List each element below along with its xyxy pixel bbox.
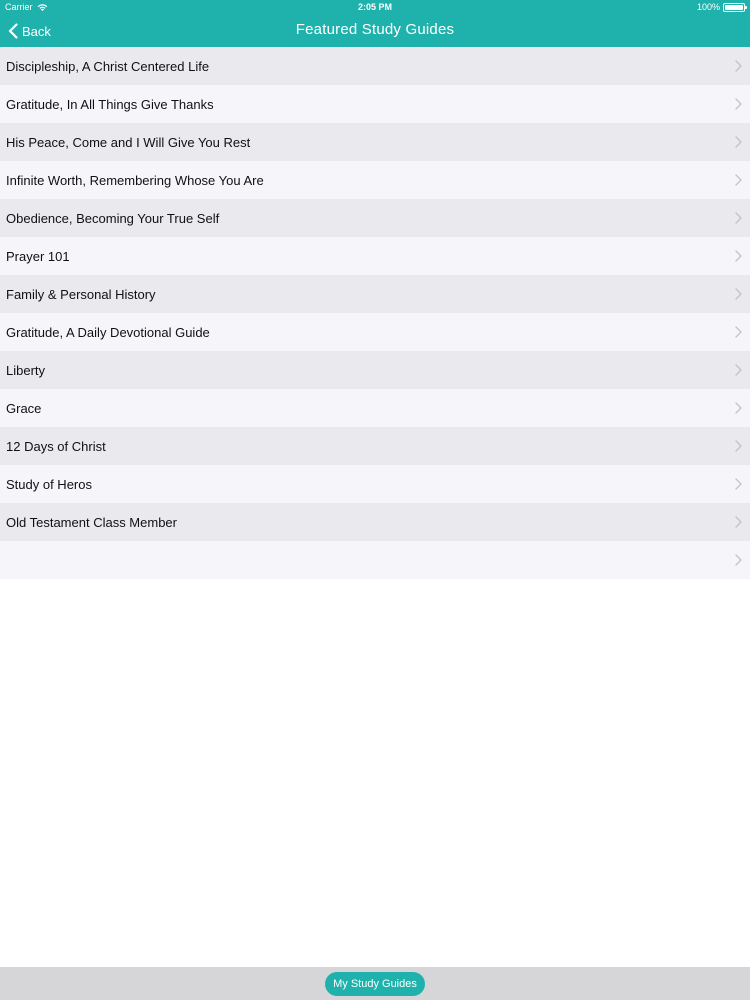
list-item-label: Gratitude, A Daily Devotional Guide bbox=[6, 324, 210, 340]
list-item[interactable]: Liberty bbox=[0, 351, 750, 389]
list-item[interactable]: Prayer 101 bbox=[0, 237, 750, 275]
list-item[interactable]: His Peace, Come and I Will Give You Rest bbox=[0, 123, 750, 161]
list-item[interactable] bbox=[0, 541, 750, 579]
chevron-right-icon bbox=[735, 288, 742, 300]
list-item-label: Grace bbox=[6, 400, 42, 416]
status-time: 2:05 PM bbox=[357, 2, 392, 12]
chevron-right-icon bbox=[735, 516, 742, 528]
battery-percent: 100% bbox=[696, 2, 720, 12]
list-item[interactable]: Old Testament Class Member bbox=[0, 503, 750, 541]
chevron-right-icon bbox=[735, 60, 742, 72]
chevron-right-icon bbox=[735, 478, 742, 490]
list-item[interactable]: Family & Personal History bbox=[0, 275, 750, 313]
list-item-label: Obedience, Becoming Your True Self bbox=[6, 210, 220, 226]
list-item-label: 12 Days of Christ bbox=[6, 438, 106, 454]
screen: Carrier 2:05 PM 100% Back Featured Study… bbox=[0, 0, 750, 1000]
list-item-label: His Peace, Come and I Will Give You Rest bbox=[6, 134, 251, 150]
page-title: Featured Study Guides bbox=[295, 21, 455, 38]
list-item-label: Study of Heros bbox=[6, 476, 92, 492]
chevron-right-icon bbox=[735, 98, 742, 110]
list-item-label: Old Testament Class Member bbox=[6, 514, 177, 530]
my-study-guides-button[interactable]: My Study Guides bbox=[325, 971, 425, 996]
chevron-right-icon bbox=[735, 554, 742, 566]
list-item[interactable]: Grace bbox=[0, 389, 750, 427]
list-item[interactable]: Gratitude, In All Things Give Thanks bbox=[0, 85, 750, 123]
chevron-right-icon bbox=[735, 212, 742, 224]
top-bar: Carrier 2:05 PM 100% Back Featured Study… bbox=[0, 0, 750, 47]
list-item-label: Gratitude, In All Things Give Thanks bbox=[6, 96, 214, 112]
list-item-label: Infinite Worth, Remembering Whose You Ar… bbox=[6, 172, 264, 188]
bottom-toolbar: My Study Guides bbox=[0, 967, 750, 1000]
list-item-label: Family & Personal History bbox=[6, 286, 156, 302]
list-item[interactable]: Infinite Worth, Remembering Whose You Ar… bbox=[0, 161, 750, 199]
chevron-right-icon bbox=[735, 136, 742, 148]
list-item-label: Discipleship, A Christ Centered Life bbox=[6, 58, 210, 74]
list-item[interactable]: Study of Heros bbox=[0, 465, 750, 503]
chevron-right-icon bbox=[735, 174, 742, 186]
chevron-right-icon bbox=[735, 364, 742, 376]
list-item[interactable]: Obedience, Becoming Your True Self bbox=[0, 199, 750, 237]
list-item[interactable]: Discipleship, A Christ Centered Life bbox=[0, 47, 750, 85]
navigation-bar: Back Featured Study Guides bbox=[0, 15, 750, 47]
battery-indicator: 100% bbox=[696, 0, 747, 15]
list-item-label: Liberty bbox=[6, 362, 46, 378]
chevron-right-icon bbox=[735, 250, 742, 262]
chevron-right-icon bbox=[735, 402, 742, 414]
list-item-label: Prayer 101 bbox=[6, 248, 70, 264]
list-item[interactable]: Gratitude, A Daily Devotional Guide bbox=[0, 313, 750, 351]
list-item[interactable]: 12 Days of Christ bbox=[0, 427, 750, 465]
battery-icon bbox=[723, 3, 747, 12]
chevron-right-icon bbox=[735, 440, 742, 452]
study-guide-list: Discipleship, A Christ Centered Life Grat… bbox=[0, 47, 750, 579]
chevron-right-icon bbox=[735, 326, 742, 338]
status-bar: Carrier 2:05 PM 100% bbox=[0, 0, 750, 15]
